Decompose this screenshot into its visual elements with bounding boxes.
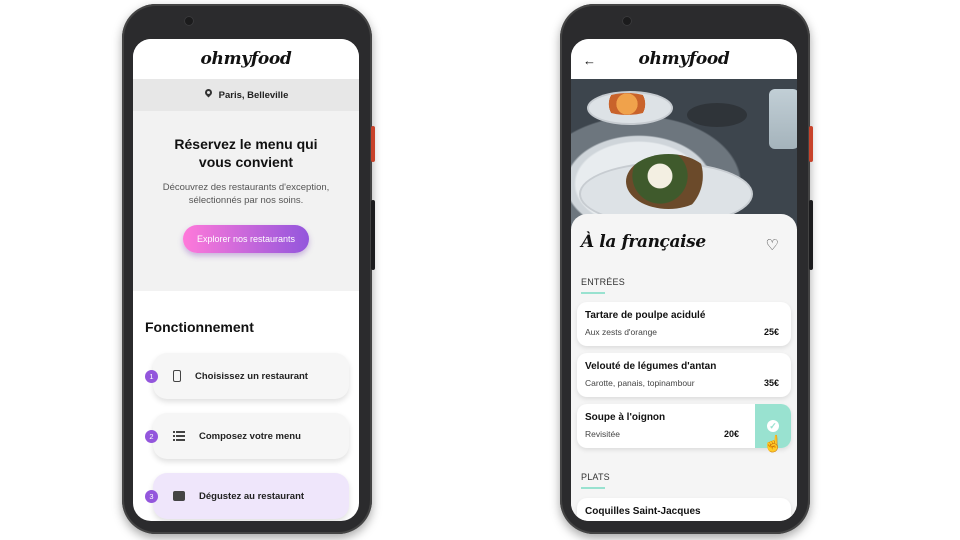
power-button bbox=[809, 126, 813, 162]
dish-price: 20€ bbox=[723, 429, 739, 439]
arrow-left-icon[interactable]: ← bbox=[583, 53, 596, 68]
step-card-enjoy[interactable]: Dégustez au restaurant bbox=[153, 473, 349, 519]
restaurant-title: À la française bbox=[581, 232, 706, 252]
dish-name: Soupe à l'oignon bbox=[585, 412, 666, 423]
section-title-plats: PLATS bbox=[581, 472, 610, 489]
front-camera bbox=[622, 16, 632, 26]
hero-title: Réservez le menu qui vous convient bbox=[174, 136, 318, 170]
restaurant-menu-card: À la française ♡ ENTRÉES Tartare de poul… bbox=[571, 214, 797, 521]
step-item: 2 Composez votre menu bbox=[145, 413, 359, 459]
step-item: 1 Choisissez un restaurant bbox=[145, 353, 359, 399]
logo[interactable]: ohmyfood bbox=[200, 49, 291, 69]
volume-button bbox=[371, 200, 375, 270]
step-item: 3 Dégustez au restaurant bbox=[145, 473, 359, 519]
dish-food-shape bbox=[626, 154, 711, 209]
dish-price: 35€ bbox=[763, 378, 779, 388]
power-button bbox=[371, 126, 375, 162]
home-screen: ohmyfood Paris, Belleville Réservez le m… bbox=[133, 39, 359, 521]
location-bar: Paris, Belleville bbox=[133, 79, 359, 111]
volume-button bbox=[809, 200, 813, 270]
logo[interactable]: ohmyfood bbox=[638, 49, 729, 69]
restaurant-screen: ← ohmyfood À la française ♡ ENTRÉES Tart… bbox=[571, 39, 797, 521]
dish-name: Tartare de poulpe acidulé bbox=[585, 310, 706, 321]
step-card-choose[interactable]: Choisissez un restaurant bbox=[153, 353, 349, 399]
step-number: 3 bbox=[145, 490, 158, 503]
dish-food-shape bbox=[599, 93, 655, 115]
header: ← ohmyfood bbox=[571, 39, 797, 79]
dish-description: Aux zests d'orange bbox=[585, 327, 658, 337]
list-icon bbox=[173, 430, 185, 442]
step-label: Choisissez un restaurant bbox=[195, 370, 308, 382]
front-camera bbox=[184, 16, 194, 26]
hero-section: Réservez le menu qui vous convient Décou… bbox=[133, 111, 359, 291]
dish-price: 25€ bbox=[763, 327, 779, 337]
dish-name: Velouté de légumes d'antan bbox=[585, 361, 717, 372]
location-text: Paris, Belleville bbox=[218, 89, 289, 101]
storefront-icon bbox=[173, 491, 185, 501]
phone-frame-restaurant: ← ohmyfood À la française ♡ ENTRÉES Tart… bbox=[560, 4, 813, 534]
step-number: 1 bbox=[145, 370, 158, 383]
dish-item[interactable]: Tartare de poulpe acidulé Aux zests d'or… bbox=[577, 302, 791, 346]
header: ohmyfood bbox=[133, 39, 359, 79]
step-label: Composez votre menu bbox=[199, 430, 301, 442]
heart-icon[interactable]: ♡ bbox=[766, 236, 779, 254]
location-pin-icon bbox=[204, 89, 213, 101]
pointer-hand-icon: ☝ bbox=[763, 436, 783, 453]
dish-name: Coquilles Saint-Jacques bbox=[585, 506, 701, 517]
step-number: 2 bbox=[145, 430, 158, 443]
phone-icon bbox=[173, 370, 181, 382]
step-label: Dégustez au restaurant bbox=[199, 490, 305, 502]
dish-description: Carotte, panais, topinambour bbox=[585, 378, 695, 388]
cup-shape bbox=[687, 103, 747, 127]
steps-list: 1 Choisissez un restaurant 2 Composez vo… bbox=[145, 353, 359, 519]
hero-subtitle: Découvrez des restaurants d'exception, s… bbox=[162, 182, 330, 206]
dish-item[interactable]: Velouté de légumes d'antan Carotte, pana… bbox=[577, 353, 791, 397]
glass-shape bbox=[769, 89, 797, 149]
section-title: Fonctionnement bbox=[145, 319, 254, 335]
dish-item-selected[interactable]: Soupe à l'oignon Revisitée 20€ ✓ ☝ bbox=[577, 404, 791, 453]
dish-item[interactable]: Coquilles Saint-Jacques bbox=[577, 498, 791, 521]
step-card-compose[interactable]: Composez votre menu bbox=[153, 413, 349, 459]
how-it-works-section: Fonctionnement 1 Choisissez un restauran… bbox=[133, 291, 359, 519]
explore-restaurants-button[interactable]: Explorer nos restaurants bbox=[182, 225, 310, 253]
dish-description: Revisitée bbox=[585, 429, 620, 439]
check-icon: ✓ bbox=[767, 420, 779, 432]
phone-frame-home: ohmyfood Paris, Belleville Réservez le m… bbox=[122, 4, 375, 534]
section-title-entrees: ENTRÉES bbox=[581, 277, 625, 294]
restaurant-photo bbox=[571, 79, 797, 229]
